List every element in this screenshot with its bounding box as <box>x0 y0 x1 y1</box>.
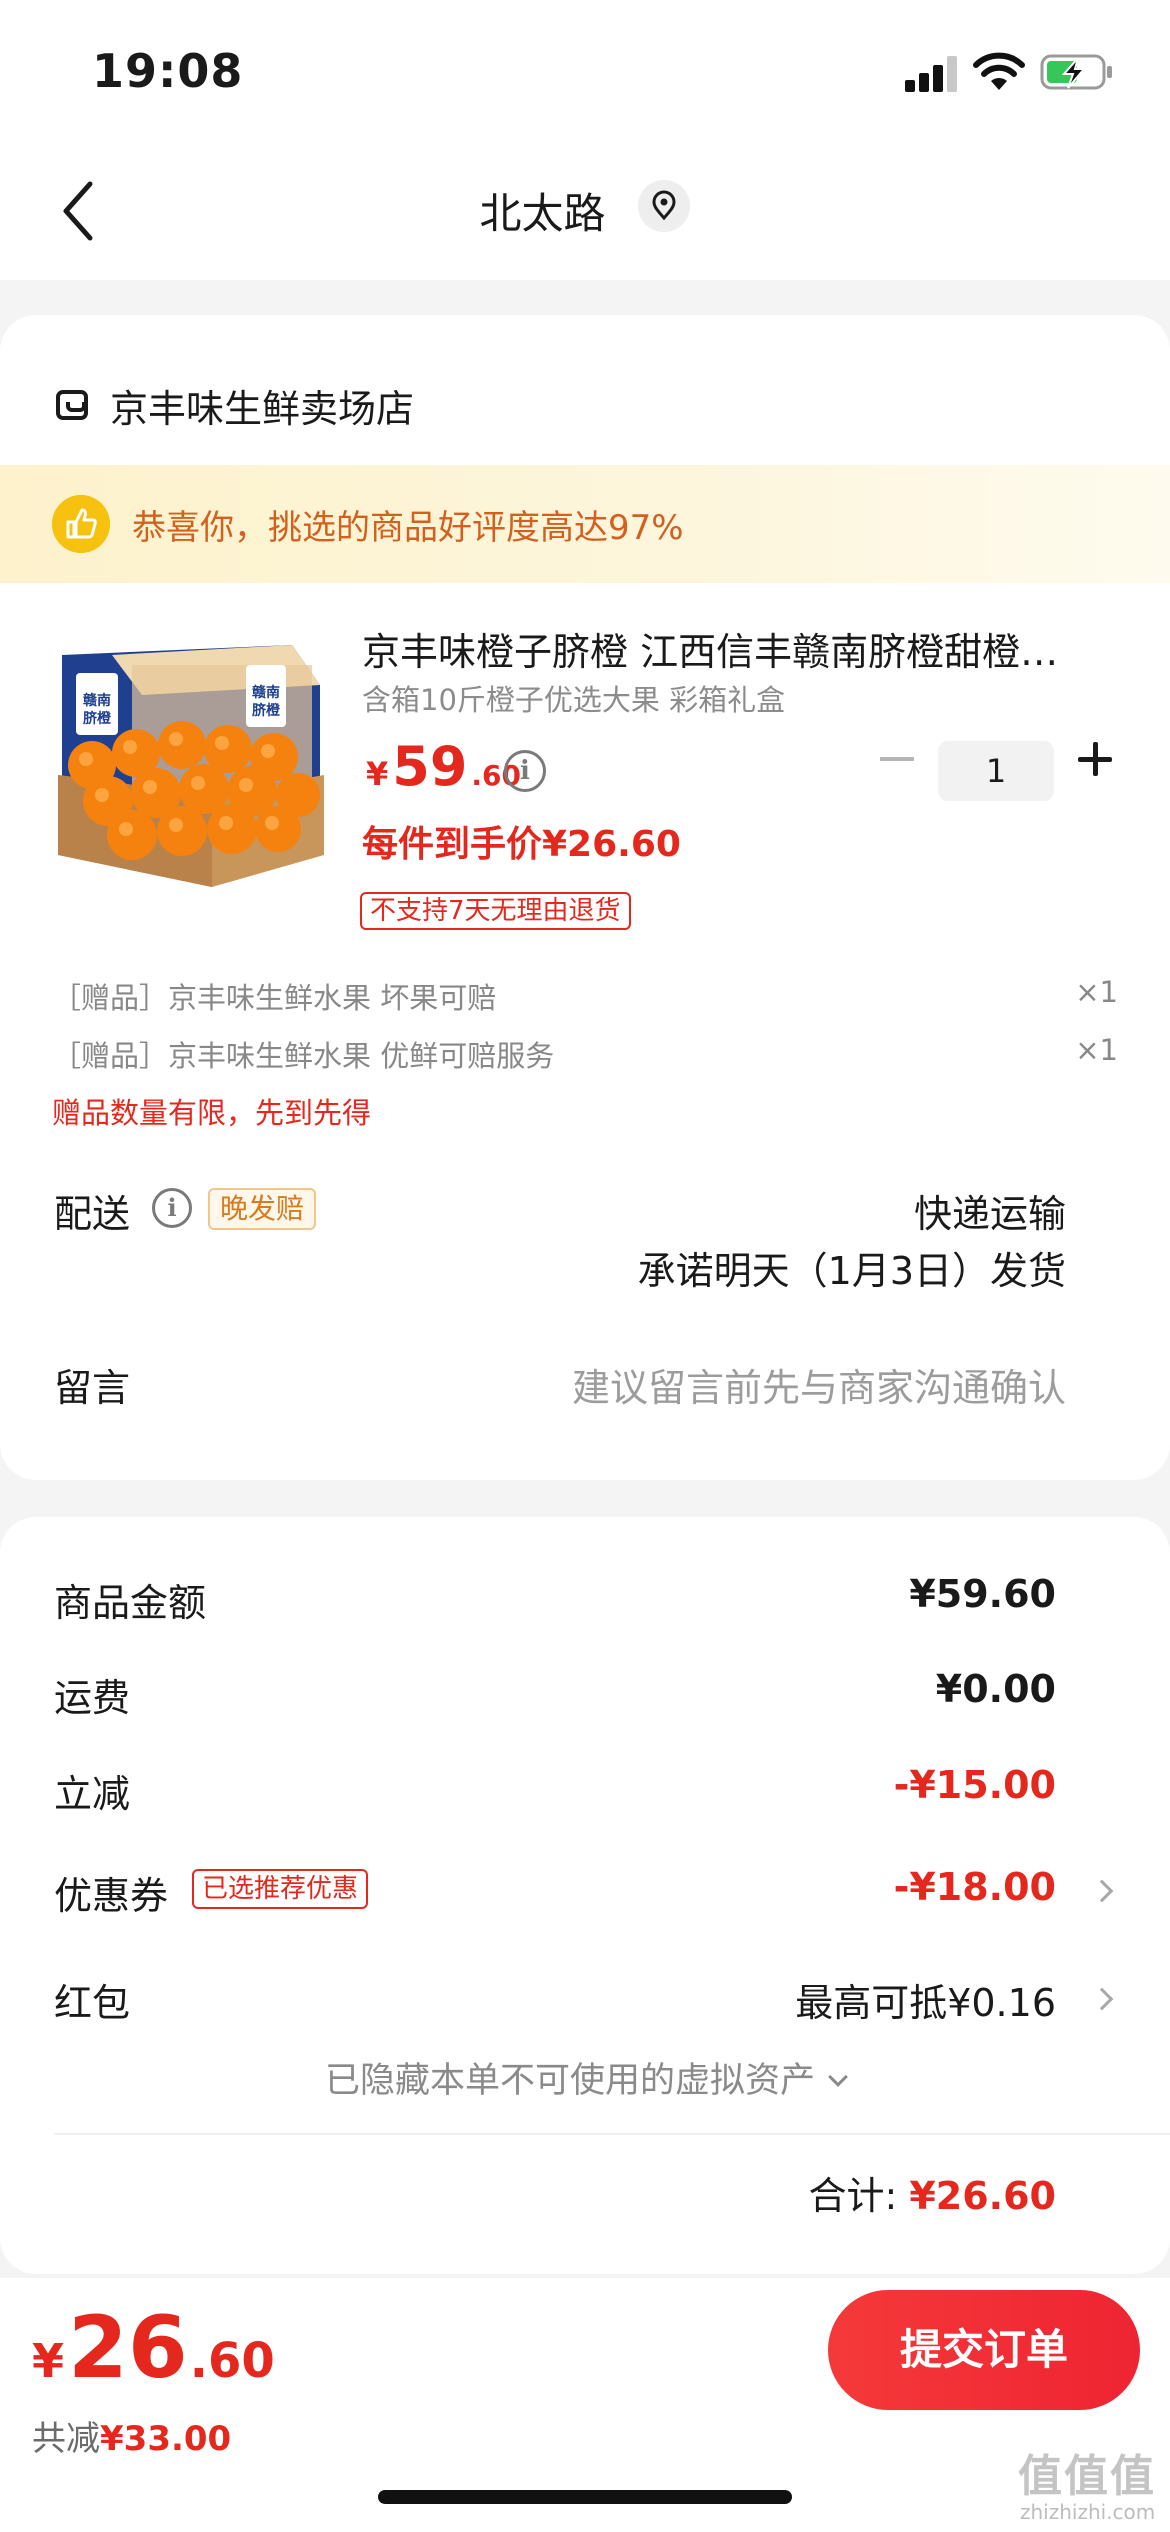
quantity-input[interactable]: 1 <box>938 741 1054 801</box>
coupon-badge: 已选推荐优惠 <box>192 1869 369 1909</box>
coupon-label: 优惠券 <box>54 1874 169 1918</box>
price-summary-card: 商品金额 ¥59.60 运费 ¥0.00 立减 -¥15.00 优惠券 已选推荐… <box>0 1517 1170 2274</box>
price-integer: 59 <box>392 735 468 798</box>
status-time: 19:08 <box>92 44 244 98</box>
location-pin-icon[interactable] <box>638 180 690 232</box>
delivery-method[interactable]: 快递运输 <box>914 1183 1066 1238</box>
quantity-decrease-button[interactable] <box>880 757 914 761</box>
thumbs-up-icon <box>52 495 110 553</box>
watermark-logo: 值值值 <box>1018 2451 1156 2502</box>
delivery-date: 承诺明天（1月3日）发货 <box>637 1249 1066 1293</box>
hidden-assets-text: 已隐藏本单不可使用的虚拟资产 <box>324 2061 815 2101</box>
gift-item-quantity: ×1 <box>1075 1033 1118 1067</box>
cellular-signal-icon <box>905 56 957 92</box>
total-row: 合计: ¥26.60 <box>808 2165 1056 2220</box>
submit-order-button[interactable]: 提交订单 <box>828 2290 1140 2410</box>
payable-price: ¥ 26 .60 <box>32 2298 275 2398</box>
store-name: 京丰味生鲜卖场店 <box>110 386 415 431</box>
return-policy-badge: 不支持7天无理由退货 <box>360 892 631 930</box>
message-label: 留言 <box>54 1366 131 1410</box>
product-image[interactable]: 赣南 脐橙 赣南 脐橙 <box>52 625 328 901</box>
red-packet-chevron-icon[interactable] <box>1090 1987 1114 2011</box>
gift-warning: 赠品数量有限，先到先得 <box>52 1096 372 1130</box>
watermark-url: zhizhizhi.com <box>1020 2500 1156 2524</box>
divider <box>54 2133 1170 2135</box>
delivery-info-icon[interactable]: i <box>152 1188 192 1228</box>
goods-amount-value: ¥59.60 <box>909 1572 1056 1616</box>
total-value: ¥26.60 <box>909 2174 1056 2218</box>
coupon-row[interactable]: 优惠券 已选推荐优惠 -¥18.00 <box>54 1865 1056 1918</box>
gift-item-quantity: ×1 <box>1075 975 1118 1009</box>
chevron-down-icon <box>828 2067 848 2087</box>
home-indicator[interactable] <box>378 2490 792 2504</box>
hidden-assets-toggle[interactable]: 已隐藏本单不可使用的虚拟资产 <box>0 2052 1170 2103</box>
product-box-text-right: 赣南 <box>252 684 280 701</box>
product-price: ¥ 59 .60 <box>366 735 521 798</box>
instant-discount-value: -¥15.00 <box>893 1763 1056 1807</box>
coupon-chevron-icon[interactable] <box>1090 1879 1114 1903</box>
price-currency: ¥ <box>366 755 389 793</box>
product-title[interactable]: 京丰味橙子脐橙 江西信丰赣南脐橙甜橙… <box>362 621 1102 676</box>
total-savings: 共减¥33.00 <box>32 2411 231 2460</box>
rating-banner-text: 恭喜你，挑选的商品好评度高达97% <box>132 507 684 548</box>
delivery-label: 配送 <box>54 1192 131 1236</box>
unit-final-price: 每件到手价¥26.60 <box>362 824 681 865</box>
savings-label: 共减 <box>32 2419 100 2459</box>
product-box-text-right-2: 脐橙 <box>252 702 281 719</box>
shipping-value: ¥0.00 <box>935 1667 1056 1711</box>
gift-item: ［赠品］京丰味生鲜水果 坏果可赔 ×1 <box>52 975 1118 1017</box>
gift-item: ［赠品］京丰味生鲜水果 优鲜可赔服务 ×1 <box>52 1033 1118 1075</box>
red-packet-label: 红包 <box>54 1981 131 2025</box>
product-box-text-left: 赣南 <box>83 692 111 709</box>
quantity-increase-button[interactable] <box>1078 742 1112 776</box>
store-row[interactable]: 京丰味生鲜卖场店 <box>56 375 414 435</box>
total-label: 合计: <box>808 2174 898 2218</box>
payable-currency: ¥ <box>32 2334 65 2388</box>
late-compensation-badge[interactable]: 晚发赔 <box>208 1188 317 1230</box>
goods-amount-label: 商品金额 <box>54 1581 207 1625</box>
gift-item-label: ［赠品］京丰味生鲜水果 坏果可赔 <box>52 981 497 1015</box>
message-input[interactable]: 建议留言前先与商家沟通确认 <box>572 1357 1066 1412</box>
nav-bar: 北太路 <box>0 140 1170 280</box>
coupon-value: -¥18.00 <box>893 1865 1056 1909</box>
instant-discount-label: 立减 <box>54 1772 131 1816</box>
savings-value: ¥33.00 <box>100 2419 232 2459</box>
page-title: 北太路 <box>479 189 606 238</box>
payable-integer: 26 <box>68 2298 188 2398</box>
product-spec[interactable]: 含箱10斤橙子优选大果 彩箱礼盒 <box>362 677 785 719</box>
product-box-text-left-2: 脐橙 <box>83 710 112 727</box>
payable-decimal: .60 <box>189 2333 275 2389</box>
rating-banner: 恭喜你，挑选的商品好评度高达97% <box>0 465 1170 583</box>
battery-charging-icon <box>1040 54 1112 90</box>
price-info-icon[interactable]: i <box>504 750 546 792</box>
shipping-label: 运费 <box>54 1676 131 1720</box>
order-card: 京丰味生鲜卖场店 恭喜你，挑选的商品好评度高达97% 赣南 脐橙 赣南 脐橙 京… <box>0 315 1170 1480</box>
wifi-icon <box>973 52 1025 90</box>
gift-item-label: ［赠品］京丰味生鲜水果 优鲜可赔服务 <box>52 1039 555 1073</box>
status-bar: 19:08 <box>0 0 1170 140</box>
store-icon <box>56 390 88 420</box>
red-packet-value: 最高可抵¥0.16 <box>795 1981 1056 2025</box>
